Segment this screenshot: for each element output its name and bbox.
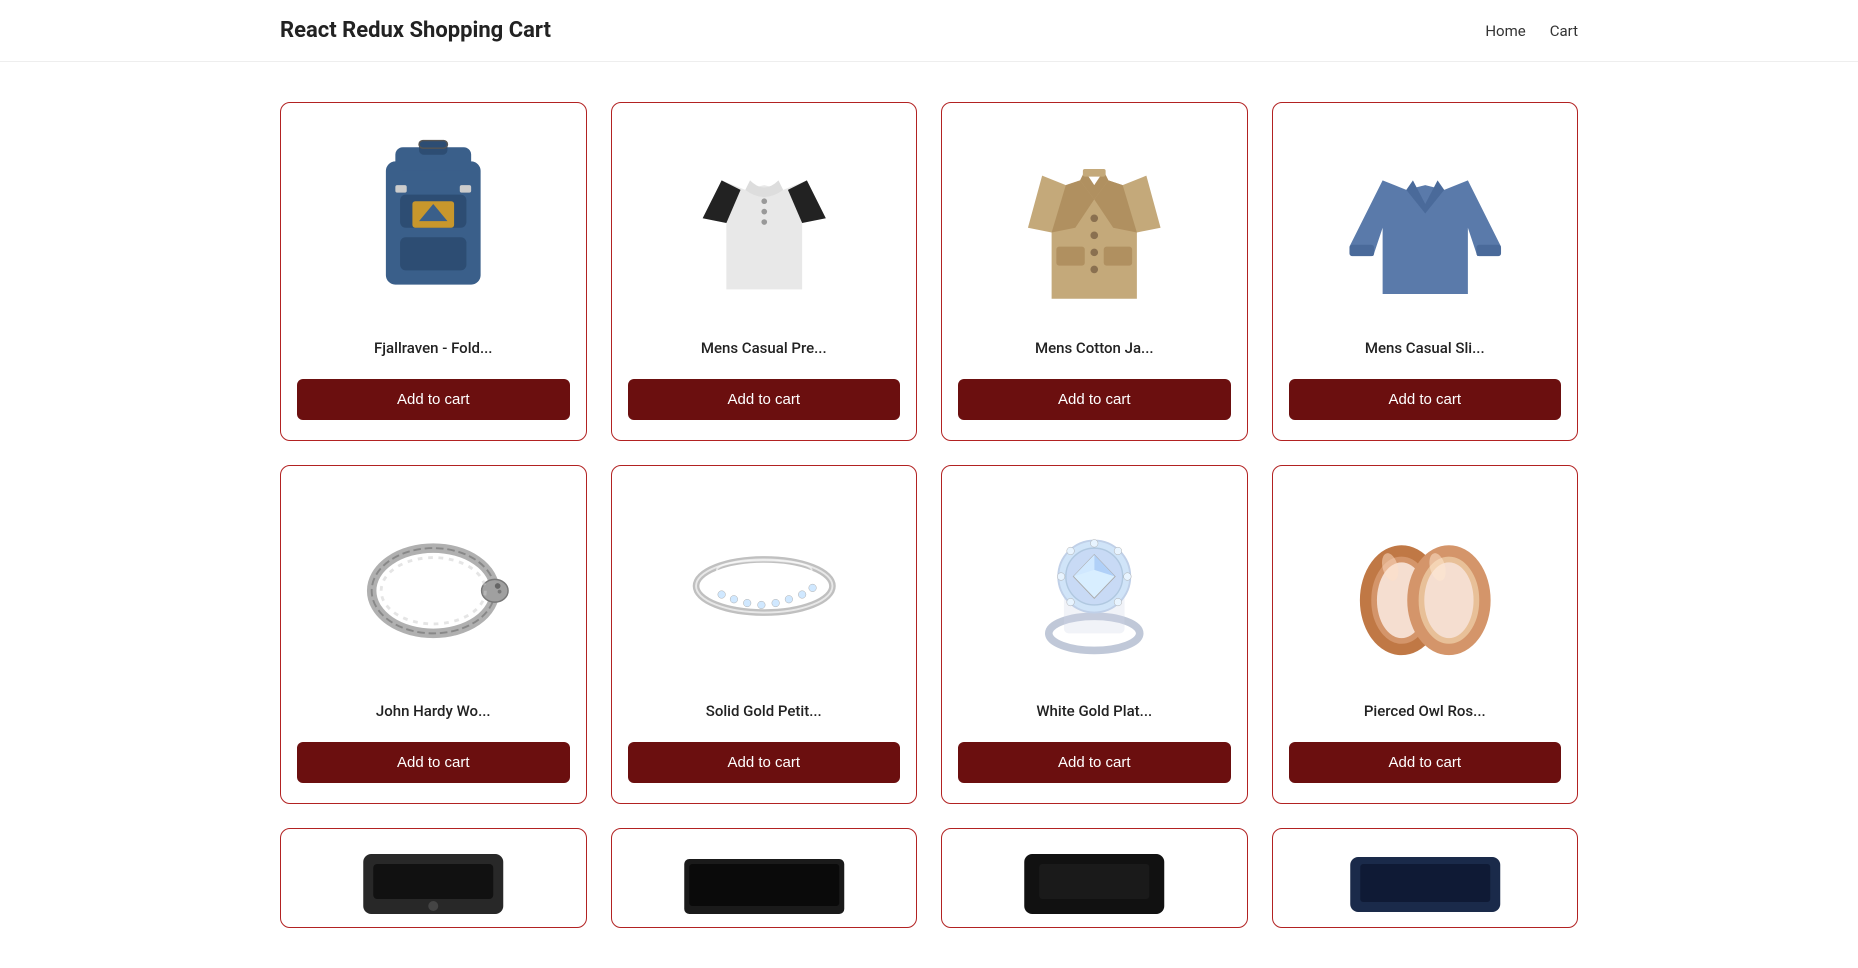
main-content: Fjallraven - Fold... Add to cart	[0, 62, 1858, 968]
products-row-3-partial	[280, 828, 1578, 928]
add-to-cart-button-7[interactable]: Add to cart	[958, 742, 1231, 783]
product-card-10-partial	[611, 828, 918, 928]
product-card-4: Mens Casual Sli... Add to cart	[1272, 102, 1579, 441]
add-to-cart-button-2[interactable]: Add to cart	[628, 379, 901, 420]
product-image-container-3	[958, 123, 1231, 323]
product-image-container-4	[1289, 123, 1562, 323]
product-card-8: Pierced Owl Ros... Add to cart	[1272, 465, 1579, 804]
nav-cart[interactable]: Cart	[1550, 22, 1578, 40]
product-image-3	[958, 133, 1231, 313]
product-image-container-7	[958, 486, 1231, 686]
product-image-2	[628, 133, 901, 313]
navbar: React Redux Shopping Cart Home Cart	[0, 0, 1858, 62]
add-to-cart-button-6[interactable]: Add to cart	[628, 742, 901, 783]
product-image-4	[1289, 133, 1562, 313]
product-title-2: Mens Casual Pre...	[701, 339, 827, 361]
product-title-5: John Hardy Wo...	[376, 702, 491, 724]
product-image-11	[958, 849, 1231, 919]
product-image-container-5	[297, 486, 570, 686]
product-card-9-partial	[280, 828, 587, 928]
add-to-cart-button-1[interactable]: Add to cart	[297, 379, 570, 420]
product-image-container-8	[1289, 486, 1562, 686]
product-image-1	[297, 133, 570, 313]
product-title-3: Mens Cotton Ja...	[1035, 339, 1154, 361]
product-card-12-partial	[1272, 828, 1579, 928]
product-title-1: Fjallraven - Fold...	[374, 339, 492, 361]
product-image-6	[628, 496, 901, 676]
product-card-11-partial	[941, 828, 1248, 928]
product-image-container-2	[628, 123, 901, 323]
product-card-6: Solid Gold Petit... Add to cart	[611, 465, 918, 804]
product-title-7: White Gold Plat...	[1036, 702, 1152, 724]
add-to-cart-button-8[interactable]: Add to cart	[1289, 742, 1562, 783]
product-card-2: Mens Casual Pre... Add to cart	[611, 102, 918, 441]
product-title-8: Pierced Owl Ros...	[1364, 702, 1486, 724]
product-title-4: Mens Casual Sli...	[1365, 339, 1485, 361]
product-card-7: White Gold Plat... Add to cart	[941, 465, 1248, 804]
nav-home[interactable]: Home	[1485, 22, 1525, 40]
products-row-2: John Hardy Wo... Add to cart	[280, 465, 1578, 804]
product-image-9	[297, 849, 570, 919]
add-to-cart-button-3[interactable]: Add to cart	[958, 379, 1231, 420]
product-image-10	[628, 849, 901, 919]
product-image-7	[958, 496, 1231, 676]
product-card-1: Fjallraven - Fold... Add to cart	[280, 102, 587, 441]
product-image-12	[1289, 849, 1562, 919]
product-title-6: Solid Gold Petit...	[706, 702, 822, 724]
add-to-cart-button-5[interactable]: Add to cart	[297, 742, 570, 783]
app-brand: React Redux Shopping Cart	[280, 18, 551, 43]
add-to-cart-button-4[interactable]: Add to cart	[1289, 379, 1562, 420]
product-card-5: John Hardy Wo... Add to cart	[280, 465, 587, 804]
product-image-container-1	[297, 123, 570, 323]
product-image-container-6	[628, 486, 901, 686]
product-card-3: Mens Cotton Ja... Add to cart	[941, 102, 1248, 441]
product-image-5	[297, 496, 570, 676]
products-row-1: Fjallraven - Fold... Add to cart	[280, 102, 1578, 441]
nav-links: Home Cart	[1485, 22, 1578, 40]
product-image-8	[1289, 496, 1562, 676]
